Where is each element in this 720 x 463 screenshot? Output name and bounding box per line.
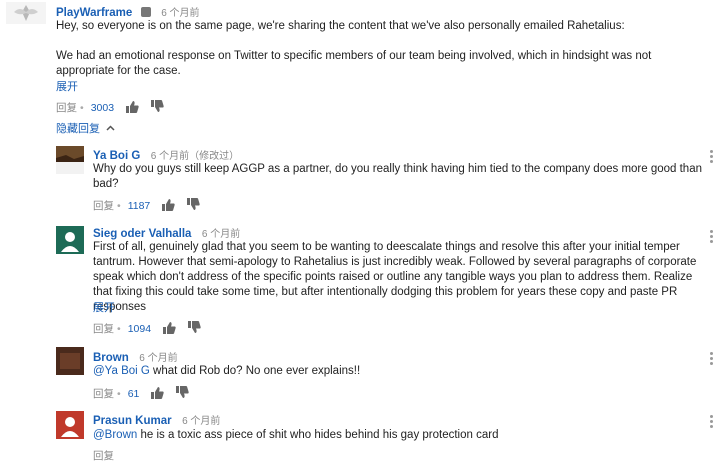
comment-text-line: @Brown he is a toxic ass piece of shit w… — [93, 428, 705, 443]
comment-time[interactable]: 6 个月前 — [202, 229, 240, 240]
verified-icon — [140, 7, 151, 17]
comment-text: what did Rob do? No one ever explains!! — [149, 365, 361, 377]
reply-button[interactable]: 回复 — [93, 388, 114, 400]
default-avatar-icon — [56, 226, 84, 254]
chevron-up-icon — [106, 125, 115, 131]
comment-actions: 回复 — [93, 448, 114, 463]
like-count: 1094 — [127, 323, 152, 335]
main-comment: PlayWarframe 6 个月前 Hey, so everyone is o… — [0, 0, 720, 140]
thumbs-down-icon[interactable] — [175, 386, 189, 402]
comment-actions: 回复 • 3003 — [56, 100, 172, 116]
like-count: 3003 — [90, 102, 115, 114]
reply-comment: Brown 6 个月前 @Ya Boi G what did Rob do? N… — [0, 344, 720, 406]
comment-author[interactable]: Brown — [93, 352, 129, 364]
separator: • — [117, 200, 121, 212]
comment-text: he is a toxic ass piece of shit who hide… — [137, 429, 499, 441]
mention-link[interactable]: @Ya Boi G — [93, 365, 150, 377]
reply-button[interactable]: 回复 — [93, 323, 114, 335]
mention-link[interactable]: @Brown — [93, 429, 137, 441]
comment-paragraph-2: We had an emotional response on Twitter … — [56, 50, 652, 77]
reply-button[interactable]: 回复 — [56, 102, 77, 114]
expand-link[interactable]: 展开 — [93, 299, 115, 315]
reply-button[interactable]: 回复 — [93, 450, 114, 462]
comment-author[interactable]: PlayWarframe — [56, 7, 132, 19]
avatar-prasun[interactable] — [56, 411, 84, 439]
thumbs-up-icon[interactable] — [162, 321, 176, 337]
thumbs-down-icon[interactable] — [187, 321, 201, 337]
comment-time[interactable]: 6 个月前 — [139, 353, 177, 364]
avatar-brown[interactable] — [56, 347, 84, 375]
comment-actions: 回复 • 1094 — [93, 321, 209, 337]
expand-link[interactable]: 展开 — [56, 78, 78, 94]
avatar-image — [56, 146, 84, 174]
avatar-image — [56, 347, 84, 375]
thumbs-up-icon[interactable] — [161, 198, 175, 214]
comment-paragraph-1: Hey, so everyone is on the same page, we… — [56, 20, 625, 32]
like-count: 1187 — [127, 200, 151, 212]
reply-comment: Prasun Kumar 6 个月前 @Brown he is a toxic … — [0, 408, 720, 462]
comment-time[interactable]: 6 个月前（修改过） — [151, 151, 239, 162]
avatar-yaboig[interactable] — [56, 146, 84, 174]
more-options-icon[interactable] — [710, 413, 714, 430]
thumbs-down-icon[interactable] — [186, 198, 200, 214]
thumbs-up-icon[interactable] — [125, 100, 139, 116]
more-options-icon[interactable] — [710, 228, 714, 245]
thumbs-down-icon[interactable] — [150, 100, 164, 116]
comment-time[interactable]: 6 个月前 — [161, 8, 199, 19]
like-count: 61 — [127, 388, 140, 400]
comment-author[interactable]: Prasun Kumar — [93, 415, 172, 427]
reply-comment: Sieg oder Valhalla 6 个月前 First of all, g… — [0, 220, 720, 344]
avatar-sieg[interactable] — [56, 226, 84, 254]
reply-comment: Ya Boi G 6 个月前（修改过） Why do you guys stil… — [0, 140, 720, 218]
avatar-playwarframe[interactable] — [6, 2, 46, 24]
comment-actions: 回复 • 1187 — [93, 198, 208, 214]
warframe-logo-icon — [6, 2, 46, 24]
comment-text: Why do you guys still keep AGGP as a par… — [93, 163, 702, 190]
default-avatar-icon — [56, 411, 84, 439]
separator: • — [117, 388, 121, 400]
comment-text: First of all, genuinely glad that you se… — [93, 241, 697, 313]
separator: • — [117, 323, 121, 335]
hide-replies-button[interactable]: 隐藏回复 — [56, 120, 115, 136]
thumbs-up-icon[interactable] — [150, 386, 164, 402]
reply-button[interactable]: 回复 — [93, 200, 114, 212]
more-options-icon[interactable] — [710, 350, 714, 367]
hide-replies-label: 隐藏回复 — [56, 123, 100, 135]
comment-author[interactable]: Sieg oder Valhalla — [93, 228, 191, 240]
comment-text-line: @Ya Boi G what did Rob do? No one ever e… — [93, 364, 705, 379]
more-options-icon[interactable] — [710, 148, 714, 165]
comment-time[interactable]: 6 个月前 — [182, 416, 220, 427]
comment-author[interactable]: Ya Boi G — [93, 150, 140, 162]
comment-actions: 回复 • 61 — [93, 386, 197, 402]
separator: • — [80, 102, 84, 114]
